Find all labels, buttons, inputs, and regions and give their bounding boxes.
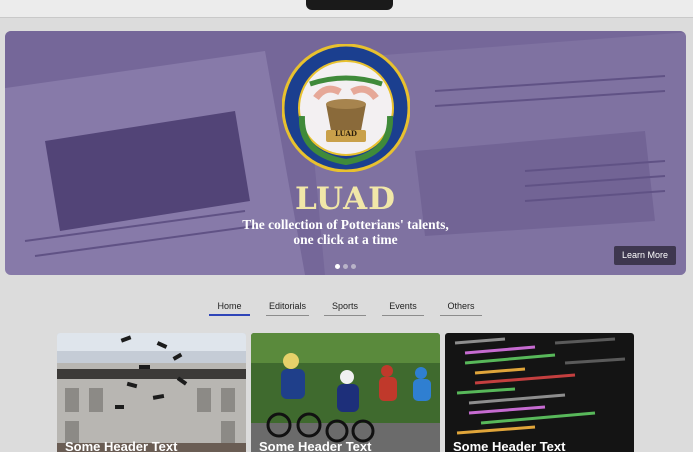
hero-subtitle-line2: one click at a time — [293, 232, 398, 247]
school-logo — [282, 44, 410, 172]
tab-events[interactable]: Events — [382, 300, 424, 316]
code-screen-image — [445, 333, 634, 452]
article-card-2[interactable]: Some Header Text — [251, 333, 440, 452]
carousel-indicators — [335, 264, 356, 269]
carousel-dot-1[interactable] — [335, 264, 340, 269]
card-title: Some Header Text — [259, 439, 372, 452]
learn-more-button[interactable]: Learn More — [613, 246, 676, 265]
article-card-3[interactable]: Some Header Text — [445, 333, 634, 452]
carousel-dot-3[interactable] — [351, 264, 356, 269]
card-title: Some Header Text — [453, 439, 566, 452]
carousel-dot-2[interactable] — [343, 264, 348, 269]
card-title: Some Header Text — [65, 439, 178, 452]
graduation-caps-image — [57, 333, 246, 452]
hero-title: LUAD — [294, 181, 397, 217]
category-tabs: Home Editorials Sports Events Others — [0, 300, 693, 318]
article-card-1[interactable]: Some Header Text — [57, 333, 246, 452]
top-notch — [306, 0, 393, 10]
hero-subtitle-line1: The collection of Potterians' talents, — [242, 217, 449, 232]
article-cards: Some Header Text Some Header Text Some H… — [57, 333, 635, 452]
tab-editorials[interactable]: Editorials — [266, 300, 309, 316]
logo-banner-text: LUAD — [335, 129, 357, 138]
cyclists-image — [251, 333, 440, 452]
top-bar — [0, 0, 693, 18]
hero-subtitle: The collection of Potterians' talents, o… — [5, 217, 686, 247]
tab-home[interactable]: Home — [209, 300, 250, 316]
hero-carousel[interactable]: LUAD LUAD The collection of Potterians' … — [5, 31, 686, 275]
tab-others[interactable]: Others — [440, 300, 482, 316]
tab-sports[interactable]: Sports — [324, 300, 366, 316]
